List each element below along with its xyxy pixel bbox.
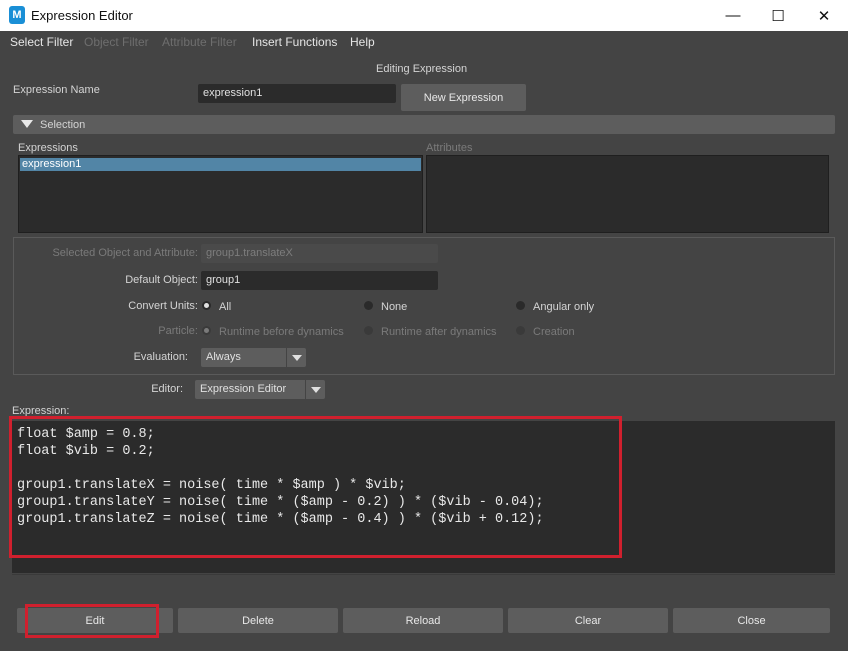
attributes-list[interactable] xyxy=(426,155,829,233)
close-button[interactable]: Close xyxy=(673,608,830,633)
window-title: Expression Editor xyxy=(31,8,133,23)
chevron-down-icon xyxy=(305,380,325,399)
evaluation-dropdown[interactable]: Always xyxy=(201,348,306,367)
code-highlight-box xyxy=(9,416,622,558)
selected-object-attribute-field: group1.translateX xyxy=(201,244,438,263)
evaluation-value: Always xyxy=(206,351,241,363)
editor-dropdown[interactable]: Expression Editor xyxy=(195,380,325,399)
menu-insert-functions[interactable]: Insert Functions xyxy=(252,35,337,49)
particle-before-label: Runtime before dynamics xyxy=(219,326,344,338)
expression-name-label: Expression Name xyxy=(13,84,100,96)
convert-units-label: Convert Units: xyxy=(128,300,198,312)
delete-button[interactable]: Delete xyxy=(178,608,338,633)
collapse-triangle-icon xyxy=(21,120,33,128)
selection-section-header[interactable]: Selection xyxy=(13,115,835,134)
editor-value: Expression Editor xyxy=(200,383,287,395)
convert-units-none-label: None xyxy=(381,301,408,313)
editor-label: Editor: xyxy=(151,383,183,395)
minimize-button[interactable]: — xyxy=(710,0,756,31)
clear-button[interactable]: Clear xyxy=(508,608,668,633)
default-object-label: Default Object: xyxy=(125,274,198,286)
menu-help[interactable]: Help xyxy=(350,35,375,49)
menu-attribute-filter[interactable]: Attribute Filter xyxy=(162,35,237,49)
particle-label: Particle: xyxy=(158,325,198,337)
particle-after-label: Runtime after dynamics xyxy=(381,326,497,338)
new-expression-button[interactable]: New Expression xyxy=(401,84,526,111)
horizontal-scroll-area[interactable] xyxy=(12,574,835,601)
convert-units-none-radio[interactable] xyxy=(364,301,373,310)
evaluation-label: Evaluation: xyxy=(133,351,188,363)
particle-after-radio xyxy=(364,326,373,335)
convert-units-all-label: All xyxy=(219,301,232,313)
convert-units-angular-label: Angular only xyxy=(533,301,595,313)
particle-creation-radio xyxy=(516,326,525,335)
menu-select-filter[interactable]: Select Filter xyxy=(10,35,73,49)
close-window-button[interactable]: ✕ xyxy=(801,0,847,31)
chevron-down-icon xyxy=(286,348,306,367)
menu-bar: Select Filter Object Filter Attribute Fi… xyxy=(0,31,848,53)
particle-creation-label: Creation xyxy=(533,326,575,338)
expression-name-field[interactable]: expression1 xyxy=(198,84,396,103)
reload-button[interactable]: Reload xyxy=(343,608,503,633)
default-object-field[interactable]: group1 xyxy=(201,271,438,290)
convert-units-all-radio[interactable] xyxy=(202,301,211,310)
menu-object-filter[interactable]: Object Filter xyxy=(84,35,149,49)
expression-list-item[interactable]: expression1 xyxy=(20,158,421,171)
maya-app-icon: M xyxy=(9,6,25,24)
expressions-list[interactable]: expression1 xyxy=(18,155,423,233)
attributes-list-label: Attributes xyxy=(426,142,473,154)
maximize-button[interactable]: ☐ xyxy=(755,0,801,31)
convert-units-angular-radio[interactable] xyxy=(516,301,525,310)
selection-title: Selection xyxy=(40,119,86,131)
particle-before-radio xyxy=(202,326,211,335)
expressions-list-label: Expressions xyxy=(18,142,78,154)
editing-expression-heading: Editing Expression xyxy=(376,63,468,75)
title-bar: M Expression Editor — ☐ ✕ xyxy=(0,0,848,31)
selected-object-attribute-label: Selected Object and Attribute: xyxy=(52,247,198,259)
edit-highlight-box xyxy=(25,604,159,638)
